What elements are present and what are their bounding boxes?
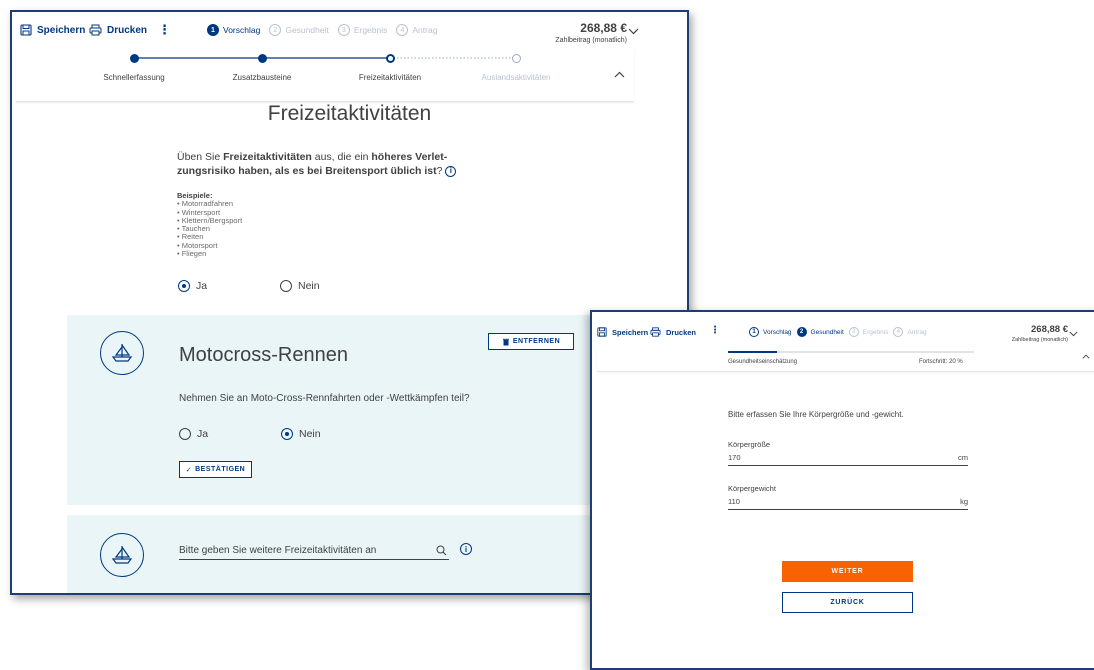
step-navigation: 1 Vorschlag 2 Gesundheit 3 Ergebnis 4 Antrag: [749, 327, 936, 337]
save-button[interactable]: Speichern: [20, 24, 85, 36]
step-antrag[interactable]: 4 Antrag: [396, 24, 437, 36]
list-item: • Fliegen: [177, 249, 207, 259]
save-button[interactable]: Speichern: [597, 327, 648, 337]
save-icon: [597, 327, 607, 337]
step-antrag[interactable]: 4 Antrag: [893, 327, 927, 337]
confirm-button[interactable]: ✓ BESTÄTIGEN: [179, 461, 252, 478]
page-title: Freizeitaktivitäten: [267, 102, 432, 125]
price-caption: Zahlbeitrag (monatlich): [555, 37, 627, 44]
progress-step-label: Schnellerfassung: [103, 73, 165, 82]
printer-icon: [650, 327, 661, 337]
print-button[interactable]: Drucken: [650, 327, 696, 337]
activity-title: Motocross-Rennen: [179, 344, 348, 366]
info-icon[interactable]: i: [460, 543, 472, 555]
height-label: Körpergröße: [728, 440, 771, 449]
height-input[interactable]: 170 cm: [728, 453, 968, 466]
printer-icon: [89, 24, 102, 36]
activity-search-input[interactable]: Bitte geben Sie weitere Freizeitaktivitä…: [179, 545, 449, 560]
progress-step-label: Zusatzbausteine: [232, 73, 292, 82]
search-icon[interactable]: [436, 545, 447, 556]
chevron-up-icon[interactable]: [614, 71, 625, 78]
weight-unit: kg: [960, 497, 968, 506]
progress-step-label: Auslandsaktivitäten: [481, 73, 551, 82]
progress-dot-upcoming: [512, 54, 521, 63]
step-navigation: 1 Vorschlag 2 Gesundheit 3 Ergebnis 4 Antrag: [207, 24, 446, 36]
price-amount: 268,88 €: [580, 21, 627, 35]
progress-track: [134, 57, 516, 59]
progress-dot-current: [386, 54, 395, 63]
health-instruction: Bitte erfassen Sie Ihre Körpergröße und …: [728, 410, 904, 419]
risk-question: Üben Sie Freizeitaktivitäten aus, die ei…: [177, 150, 477, 178]
info-icon[interactable]: i: [445, 165, 457, 177]
progress-stepper: Schnellerfassung Zusatzbausteine Freizei…: [16, 48, 634, 102]
remove-button[interactable]: ENTFERNEN: [488, 333, 574, 350]
health-window: Speichern Drucken ⋮ 1 Vorschlag 2 Gesundhe…: [590, 310, 1094, 670]
print-label: Drucken: [107, 24, 148, 36]
main-window: Speichern Drucken ⋮ 1 Vorschlag 2 Gesundhe…: [10, 10, 689, 595]
radio-unselected-icon: [179, 428, 191, 440]
step-vorschlag[interactable]: 1 Vorschlag: [207, 24, 260, 36]
more-menu-button[interactable]: ⋮: [158, 22, 171, 38]
step-vorschlag[interactable]: 1 Vorschlag: [749, 327, 792, 337]
health-progress-card: Gesundheitseinschätzung Fortschritt: 20 …: [597, 348, 1094, 372]
save-icon: [20, 24, 32, 36]
trash-icon: [502, 338, 509, 345]
radio-unselected-icon: [280, 280, 292, 292]
health-progress-track: [728, 351, 974, 353]
radio-selected-icon: [178, 280, 190, 292]
price-summary[interactable]: 268,88 € Zahlbeitrag (monatlich): [1012, 324, 1068, 343]
price-summary[interactable]: 268,88 € Zahlbeitrag (monatlich): [555, 21, 627, 44]
chevron-down-icon[interactable]: [628, 28, 639, 35]
print-button[interactable]: Drucken: [89, 24, 147, 36]
activity-radio-no[interactable]: Nein: [281, 428, 321, 440]
progress-step-label: Freizeitaktivitäten: [358, 73, 422, 82]
weight-label: Körpergewicht: [728, 484, 776, 493]
progress-dot-done: [258, 54, 267, 63]
step-gesundheit[interactable]: 2 Gesundheit: [796, 327, 844, 337]
step-ergebnis[interactable]: 3 Ergebnis: [337, 24, 387, 36]
step-gesundheit[interactable]: 2 Gesundheit: [269, 24, 329, 36]
check-icon: ✓: [185, 466, 193, 474]
health-progress-label: Gesundheitseinschätzung: [728, 359, 798, 365]
height-unit: cm: [958, 453, 968, 462]
save-label: Speichern: [37, 24, 86, 36]
radio-no[interactable]: Nein: [280, 280, 320, 292]
next-button[interactable]: WEITER: [782, 561, 913, 582]
sailboat-icon: [100, 331, 144, 375]
radio-yes[interactable]: Ja: [178, 280, 207, 292]
health-progress-fill: [728, 351, 778, 353]
activity-question: Nehmen Sie an Moto-Cross-Rennfahrten ode…: [179, 393, 470, 404]
back-button[interactable]: ZURÜCK: [782, 592, 913, 613]
activity-radio-yes[interactable]: Ja: [179, 428, 208, 440]
chevron-down-icon[interactable]: [1069, 331, 1078, 337]
sailboat-icon: [100, 533, 144, 577]
more-menu-button[interactable]: ⋮: [710, 325, 720, 336]
weight-input[interactable]: 110 kg: [728, 497, 968, 510]
health-progress-status: Fortschritt: 20 %: [919, 359, 963, 365]
step-ergebnis[interactable]: 3 Ergebnis: [848, 327, 888, 337]
radio-selected-icon: [281, 428, 293, 440]
chevron-up-icon[interactable]: [1082, 354, 1090, 359]
progress-dot-done: [130, 54, 139, 63]
examples-list: Beispiele: • Motorradfahren • Winterspor…: [177, 191, 242, 259]
